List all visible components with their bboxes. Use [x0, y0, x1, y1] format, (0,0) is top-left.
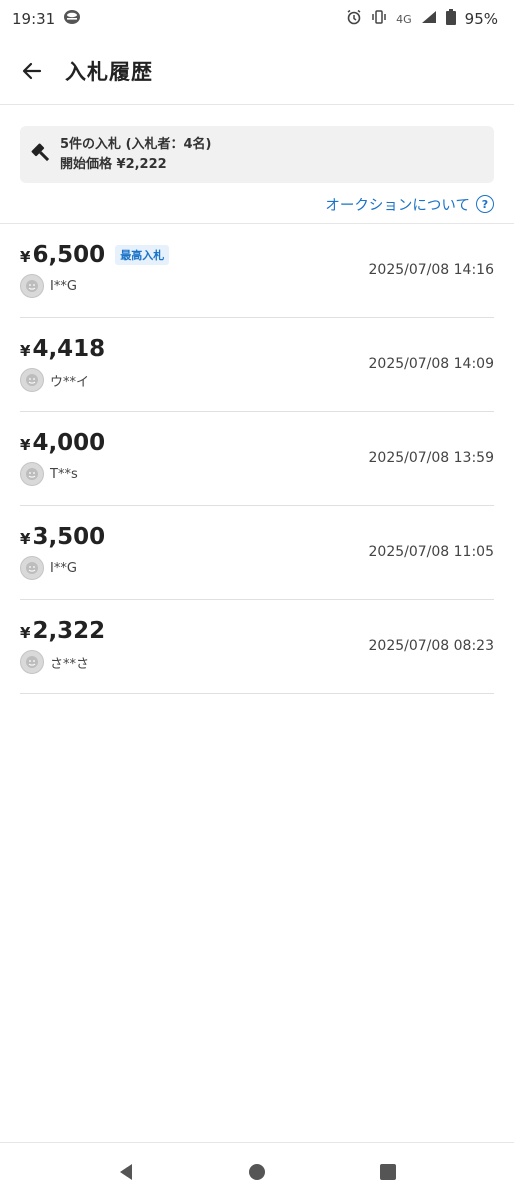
bid-time: 2025/07/08 13:59	[368, 450, 495, 466]
bid-time: 2025/07/08 14:09	[368, 356, 495, 372]
nav-home-button[interactable]	[237, 1152, 277, 1192]
status-time: 19:31	[12, 10, 56, 28]
bidder-name[interactable]: I**G	[50, 279, 77, 294]
avatar-icon[interactable]	[20, 650, 44, 674]
bidder-name[interactable]: I**G	[50, 561, 77, 576]
battery-icon	[445, 9, 456, 29]
alarm-icon	[346, 9, 362, 29]
page-title: 入札履歴	[65, 60, 153, 84]
bid-amount: 4,000	[32, 430, 106, 456]
nav-home-icon	[248, 1163, 265, 1180]
bid-list: ¥ 6,500 最高入札 I**G 2025/07/08 14:16 ¥ 4,4…	[20, 224, 494, 694]
yen-symbol: ¥	[20, 436, 31, 454]
back-button[interactable]	[18, 57, 46, 85]
bidder-name[interactable]: ウ**イ	[50, 371, 89, 390]
bid-amount: 4,418	[32, 336, 106, 362]
bidder-name[interactable]: さ**さ	[50, 653, 89, 672]
bid-amount: 6,500	[32, 242, 106, 268]
bid-summary-card: 5件の入札 (入札者：4名) 開始価格 ¥2,222	[20, 126, 494, 183]
bidder-name[interactable]: T**s	[50, 467, 78, 482]
system-nav-bar	[0, 1142, 514, 1200]
gavel-icon	[30, 142, 52, 168]
yen-symbol: ¥	[20, 530, 31, 548]
avatar-icon[interactable]	[20, 368, 44, 392]
avatar-icon[interactable]	[20, 462, 44, 486]
bid-row: ¥ 3,500 I**G 2025/07/08 11:05	[20, 506, 494, 600]
notification-icon	[63, 8, 81, 30]
bid-amount: 2,322	[32, 618, 106, 644]
signal-icon	[421, 10, 437, 28]
bid-time: 2025/07/08 14:16	[368, 262, 495, 278]
status-bar: 19:31 4G 95%	[0, 0, 514, 38]
bid-count-text: 5件の入札 (入札者：4名)	[60, 136, 212, 152]
bid-row: ¥ 4,000 T**s 2025/07/08 13:59	[20, 412, 494, 506]
bid-amount: 3,500	[32, 524, 106, 550]
start-price-text: 開始価格 ¥2,222	[60, 156, 167, 172]
nav-back-icon	[119, 1163, 132, 1180]
battery-level: 95%	[464, 10, 498, 28]
back-arrow-icon	[22, 62, 42, 80]
about-auction-link[interactable]: オークションについて ?	[325, 190, 494, 218]
bid-row: ¥ 2,322 さ**さ 2025/07/08 08:23	[20, 600, 494, 694]
help-icon: ?	[476, 195, 494, 213]
app-header: 入札履歴	[0, 38, 514, 105]
avatar-icon[interactable]	[20, 556, 44, 580]
vibrate-icon	[371, 9, 387, 29]
bid-time: 2025/07/08 11:05	[368, 544, 495, 560]
yen-symbol: ¥	[20, 248, 31, 266]
nav-recents-icon	[380, 1163, 397, 1180]
yen-symbol: ¥	[20, 624, 31, 642]
highest-bid-badge: 最高入札	[115, 245, 170, 265]
yen-symbol: ¥	[20, 342, 31, 360]
nav-recents-button[interactable]	[368, 1152, 408, 1192]
bid-row: ¥ 6,500 最高入札 I**G 2025/07/08 14:16	[20, 224, 494, 318]
network-type: 4G	[396, 12, 412, 26]
about-auction-label: オークションについて	[325, 197, 470, 214]
avatar-icon[interactable]	[20, 274, 44, 298]
bid-row: ¥ 4,418 ウ**イ 2025/07/08 14:09	[20, 318, 494, 412]
bid-time: 2025/07/08 08:23	[368, 638, 495, 654]
nav-back-button[interactable]	[106, 1152, 146, 1192]
